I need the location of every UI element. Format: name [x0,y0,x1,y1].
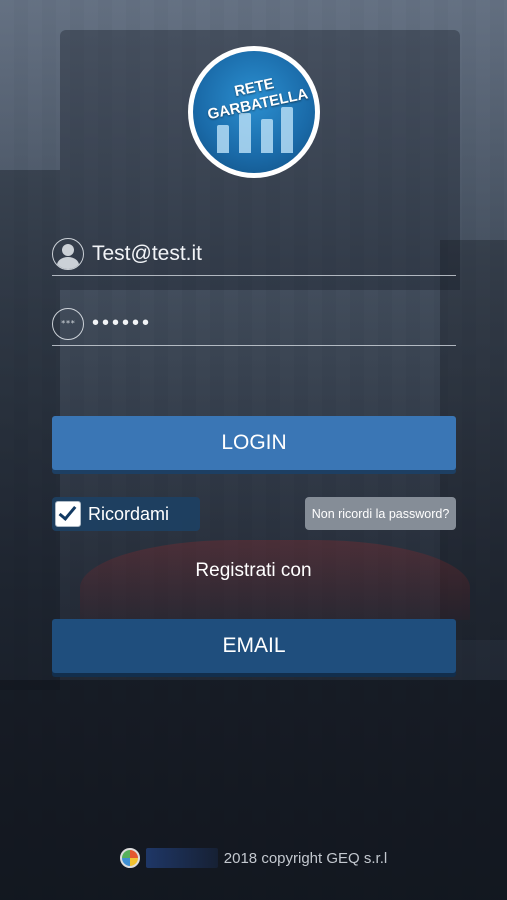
password-field[interactable]: *** •••••• [52,302,456,346]
login-button[interactable]: LOGIN [52,416,456,470]
logo-pillar [261,119,273,153]
geq-wordmark [145,848,218,868]
forgot-password-button[interactable]: Non ricordi la password? [305,497,456,530]
background-building-left [0,170,60,690]
user-icon [52,237,84,270]
logo-pillar [217,125,229,153]
copyright-text: 2018 copyright GEQ s.r.l [223,849,388,867]
register-email-button[interactable]: EMAIL [52,619,456,673]
register-with-label: Registrati con [195,560,312,581]
remember-me-label: Ricordami [88,503,170,524]
app-logo: RETE GARBATELLA [188,46,320,178]
password-icon: *** [52,307,84,340]
remember-me-checkbox[interactable] [55,501,81,527]
logo-pillar [281,107,293,153]
logo-text: RETE GARBATELLA [199,68,314,124]
email-field[interactable]: Test@test.it [52,232,456,276]
geq-logo-icon [119,848,140,868]
checkmark-icon [58,502,77,521]
email-input[interactable]: Test@test.it [92,242,202,266]
password-input[interactable]: •••••• [92,312,152,335]
remember-me-toggle[interactable]: Ricordami [52,497,200,531]
logo-pillar [239,113,251,153]
footer: 2018 copyright GEQ s.r.l [0,846,507,870]
rete-garbatella-logo-icon: RETE GARBATELLA [193,51,315,173]
